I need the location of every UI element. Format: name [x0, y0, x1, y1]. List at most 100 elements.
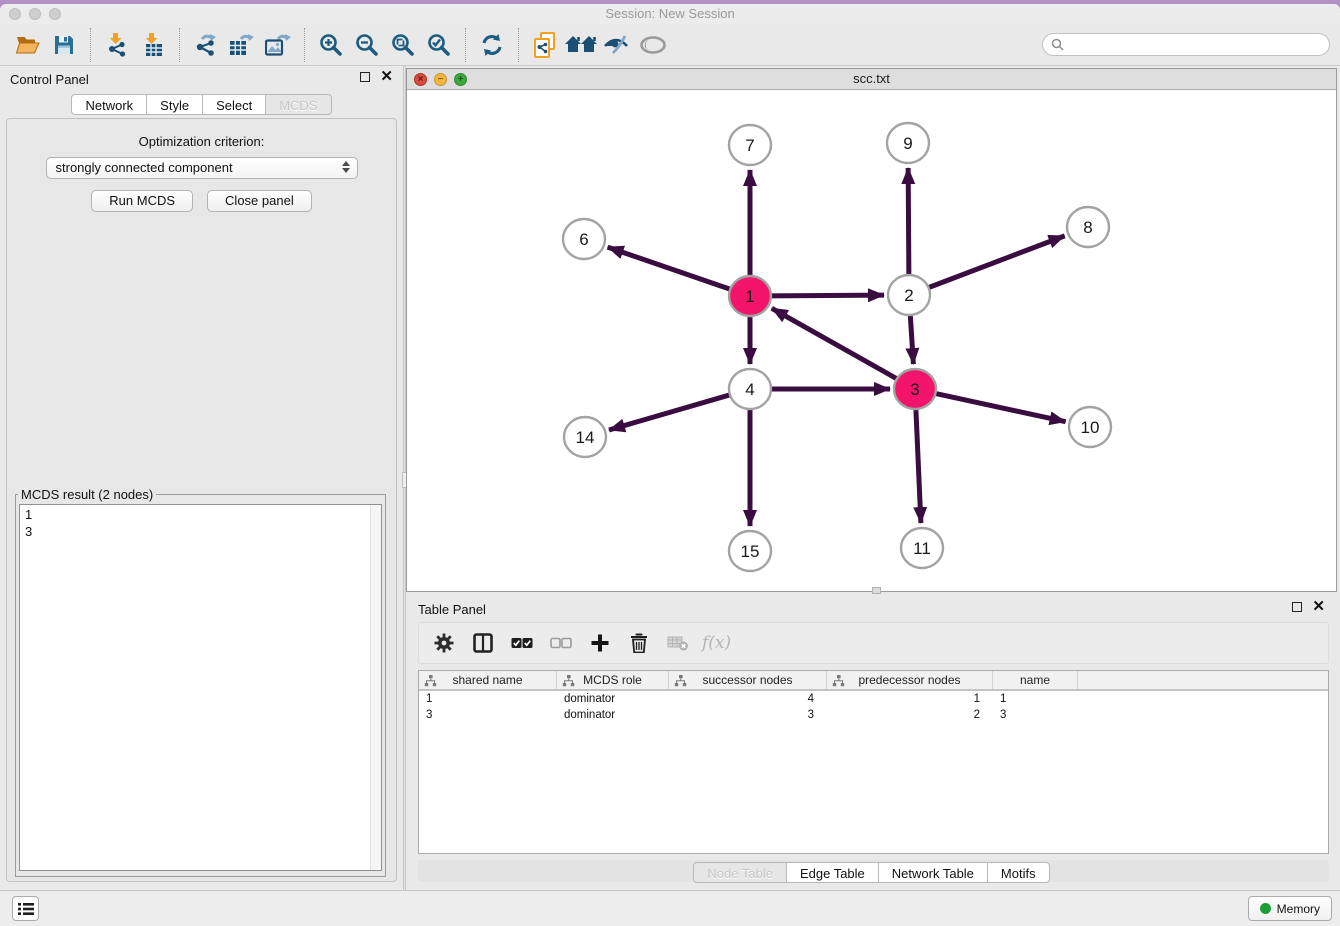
svg-text:8: 8	[1083, 218, 1092, 237]
float-panel-icon[interactable]	[360, 72, 370, 82]
graph-node-4[interactable]: 4	[729, 369, 771, 409]
edge-3-10[interactable]	[934, 393, 1066, 422]
svg-text:10: 10	[1081, 418, 1100, 437]
svg-text:1: 1	[745, 287, 754, 306]
tab-style[interactable]: Style	[146, 94, 203, 115]
edge-1-6[interactable]	[608, 247, 732, 290]
zoom-fit-icon[interactable]	[385, 28, 421, 62]
network-window: × − + scc.txt 7 9 6 8 1 2 4 3 14 10 15 11	[406, 68, 1337, 592]
edge-2-9[interactable]	[908, 168, 909, 276]
edge-2-3[interactable]	[910, 314, 913, 364]
tab-node-table[interactable]: Node Table	[693, 862, 787, 883]
tab-motifs[interactable]: Motifs	[987, 862, 1050, 883]
graph-node-15[interactable]: 15	[729, 531, 771, 571]
zoom-selected-icon[interactable]	[421, 28, 457, 62]
delete-column-icon[interactable]	[624, 628, 654, 658]
cell-name[interactable]: 1	[993, 691, 1078, 707]
mcds-result-title: MCDS result (2 nodes)	[18, 487, 156, 502]
import-table-icon[interactable]	[135, 28, 171, 62]
select-all-icon[interactable]	[507, 628, 537, 658]
zoom-in-icon[interactable]	[313, 28, 349, 62]
task-history-button[interactable]	[12, 896, 39, 921]
network-window-titlebar[interactable]: × − + scc.txt	[407, 69, 1336, 90]
graph-node-6[interactable]: 6	[563, 219, 605, 259]
graph-node-8[interactable]: 8	[1067, 207, 1109, 247]
criterion-select[interactable]: strongly connected component	[46, 157, 358, 179]
hide-panels-icon[interactable]	[599, 28, 635, 62]
tab-select[interactable]: Select	[202, 94, 266, 115]
zoom-out-icon[interactable]	[349, 28, 385, 62]
mcds-result-text[interactable]: 1 3	[19, 504, 382, 871]
close-panel-button[interactable]: Close panel	[207, 190, 312, 212]
cell-MCDS-role[interactable]: dominator	[557, 691, 669, 707]
clone-network-icon[interactable]	[527, 28, 563, 62]
cell-predecessor-nodes[interactable]: 2	[827, 707, 993, 723]
column-header-shared-name[interactable]: shared name	[419, 671, 557, 689]
control-panel: Control Panel ✕ NetworkStyleSelectMCDS O…	[0, 66, 403, 890]
edge-3-1[interactable]	[772, 308, 899, 379]
graph-node-11[interactable]: 11	[901, 528, 943, 568]
table-options-gear-icon[interactable]	[429, 628, 459, 658]
graph-node-14[interactable]: 14	[564, 417, 606, 457]
open-session-icon[interactable]	[10, 28, 46, 62]
home-icon[interactable]	[563, 28, 599, 62]
toolbar-separator	[518, 28, 519, 62]
tab-network[interactable]: Network	[71, 94, 147, 115]
toolbar-separator	[179, 28, 180, 62]
graph-node-7[interactable]: 7	[729, 125, 771, 165]
mcds-panel: Optimization criterion: strongly connect…	[6, 118, 397, 882]
cell-successor-nodes[interactable]: 3	[669, 707, 827, 723]
search-field[interactable]	[1042, 33, 1330, 56]
cell-predecessor-nodes[interactable]: 1	[827, 691, 993, 707]
graph-node-1[interactable]: 1	[729, 276, 771, 316]
tab-edge-table[interactable]: Edge Table	[786, 862, 879, 883]
result-scrollbar[interactable]	[370, 505, 381, 870]
table-row[interactable]: 3dominator323	[419, 707, 1328, 723]
column-label: predecessor nodes	[858, 673, 960, 687]
app-window: Session: New Session	[0, 4, 1340, 926]
horizontal-splitter-grip[interactable]	[872, 587, 881, 594]
cell-successor-nodes[interactable]: 4	[669, 691, 827, 707]
table-row[interactable]: 1dominator411	[419, 691, 1328, 707]
graph-node-10[interactable]: 10	[1069, 407, 1111, 447]
edge-1-2[interactable]	[769, 295, 884, 296]
hierarchy-icon	[674, 675, 687, 690]
search-input[interactable]	[1069, 38, 1321, 52]
save-session-icon[interactable]	[46, 28, 82, 62]
edge-2-8[interactable]	[927, 236, 1065, 288]
export-table-icon[interactable]	[224, 28, 260, 62]
cell-MCDS-role[interactable]: dominator	[557, 707, 669, 723]
tab-network-table[interactable]: Network Table	[878, 862, 988, 883]
add-column-icon[interactable]	[585, 628, 615, 658]
export-network-icon[interactable]	[188, 28, 224, 62]
tab-mcds[interactable]: MCDS	[265, 94, 331, 115]
import-network-icon[interactable]	[99, 28, 135, 62]
float-table-panel-icon[interactable]	[1292, 602, 1302, 612]
table-header-row: shared nameMCDS rolesuccessor nodes prede…	[419, 671, 1328, 691]
refresh-icon[interactable]	[474, 28, 510, 62]
split-panel-icon[interactable]	[468, 628, 498, 658]
network-graph-canvas[interactable]: 7 9 6 8 1 2 4 3 14 10 15 11	[407, 90, 1336, 591]
cell-shared-name[interactable]: 1	[419, 691, 557, 707]
column-header-name[interactable]: name	[993, 671, 1078, 689]
show-panels-icon[interactable]	[635, 28, 671, 62]
cell-name[interactable]: 3	[993, 707, 1078, 723]
node-table: shared nameMCDS rolesuccessor nodes prede…	[418, 670, 1329, 854]
run-mcds-button[interactable]: Run MCDS	[91, 190, 193, 212]
graph-node-2[interactable]: 2	[888, 275, 930, 315]
svg-text:3: 3	[910, 380, 919, 399]
column-header-MCDS-role[interactable]: MCDS role	[557, 671, 669, 689]
deselect-all-icon[interactable]	[546, 628, 576, 658]
column-header-predecessor-nodes[interactable]: predecessor nodes	[827, 671, 993, 689]
memory-button[interactable]: Memory	[1248, 896, 1332, 921]
graph-node-9[interactable]: 9	[887, 123, 929, 163]
close-table-panel-icon[interactable]: ✕	[1312, 602, 1325, 612]
export-image-icon[interactable]	[260, 28, 296, 62]
edge-3-11[interactable]	[916, 408, 921, 523]
close-panel-icon[interactable]: ✕	[380, 72, 393, 82]
table-toolbar: f(x)	[418, 622, 1329, 664]
column-header-successor-nodes[interactable]: successor nodes	[669, 671, 827, 689]
edge-4-14[interactable]	[609, 394, 732, 430]
graph-node-3[interactable]: 3	[894, 369, 936, 409]
cell-shared-name[interactable]: 3	[419, 707, 557, 723]
